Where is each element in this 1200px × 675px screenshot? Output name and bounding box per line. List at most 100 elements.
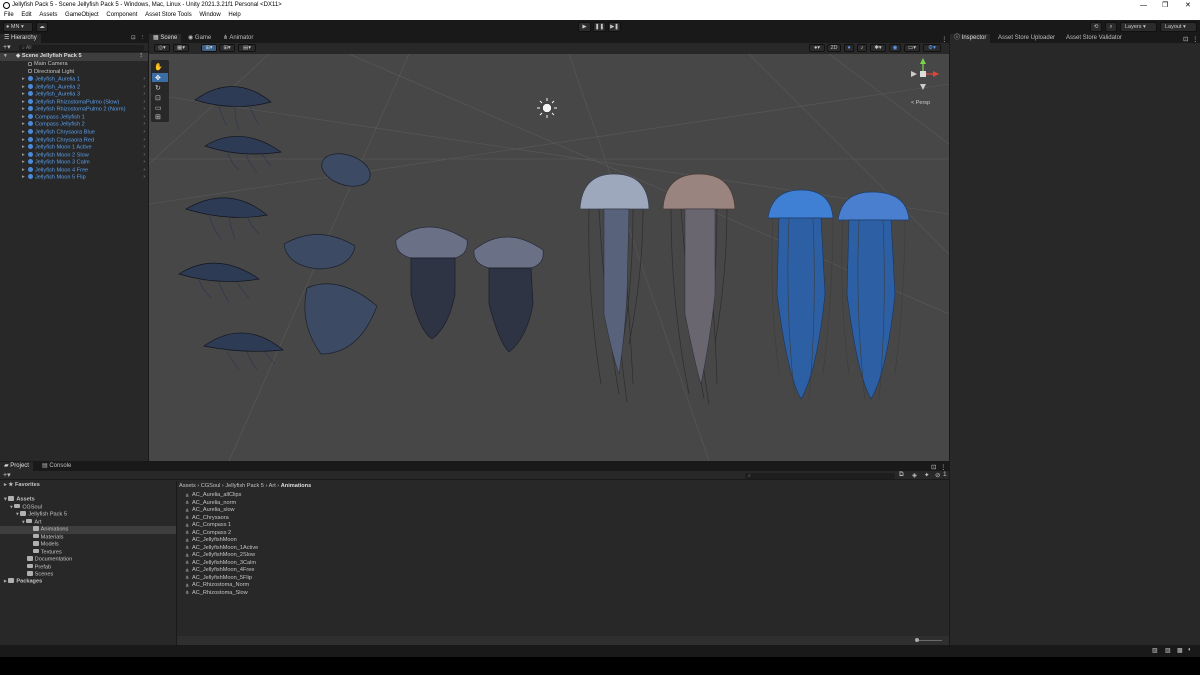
moon-jellyfish-group[interactable] — [767, 189, 910, 400]
add-icon[interactable]: +▾ — [3, 43, 11, 51]
expand-arrow-icon[interactable] — [28, 549, 33, 555]
project-tree-item[interactable]: ▾ CGSoul — [0, 503, 176, 512]
expand-arrow-icon[interactable]: ▸ — [22, 106, 25, 114]
scene-root[interactable]: ▾ ◈ Scene Jellyfish Pack 5 ⋮ — [0, 53, 148, 61]
filter-label-icon[interactable]: ◈ — [912, 471, 917, 479]
expand-arrow-icon[interactable]: ▸ — [22, 159, 25, 167]
open-prefab-icon[interactable]: › — [143, 167, 145, 175]
project-tree-item[interactable]: ▾ Art — [0, 518, 176, 527]
expand-arrow-icon[interactable]: ▸ — [22, 152, 25, 160]
hierarchy-item[interactable]: ▸ Jellyfish Moon 3 Calm › — [0, 159, 148, 167]
star-filter-icon[interactable]: ✦ — [924, 471, 929, 479]
expand-arrow-icon[interactable] — [28, 527, 33, 533]
menu-asset-store-tools[interactable]: Asset Store Tools — [145, 12, 192, 18]
animator-controller-file[interactable]: ⋔ AC_Chrysaora — [185, 515, 229, 523]
perspective-label[interactable]: < Persp — [911, 100, 930, 106]
expand-arrow-icon[interactable] — [22, 572, 27, 578]
open-prefab-icon[interactable]: › — [143, 137, 145, 145]
expand-arrow-icon[interactable]: ▸ — [22, 129, 25, 137]
search-button[interactable]: ⌕ — [1105, 22, 1117, 32]
tab-inspector[interactable]: ⓘ Inspector — [950, 34, 991, 43]
hierarchy-item[interactable]: ▸ Compass Jellyfish 2 › — [0, 121, 148, 129]
debug-icon[interactable]: ◐ — [1188, 647, 1192, 653]
open-prefab-icon[interactable]: › — [143, 159, 145, 167]
breadcrumb-animations[interactable]: Animations — [281, 483, 311, 489]
play-button[interactable]: ▶ — [578, 22, 591, 32]
project-search-input[interactable]: ⌕ — [745, 472, 895, 479]
expand-arrow-icon[interactable]: ▸ — [22, 174, 25, 182]
project-tree-item[interactable]: Documentation — [0, 556, 176, 564]
cloud-button[interactable]: ☁ — [36, 22, 48, 32]
menu-edit[interactable]: Edit — [21, 12, 31, 18]
lock-icon[interactable]: ⊡ — [1183, 35, 1188, 43]
open-prefab-icon[interactable]: › — [143, 106, 145, 114]
favorites-item[interactable]: ▸ ★ Favorites — [4, 482, 40, 490]
hierarchy-item[interactable]: ▸ Jellyfish RhizostomaPulmo (Slow) › — [0, 98, 148, 107]
lighting-toggle[interactable]: ♦ — [844, 44, 854, 52]
hand-tool-icon[interactable]: ✋ — [154, 62, 163, 71]
project-more-icon[interactable]: ⋮ — [940, 463, 947, 471]
hierarchy-item[interactable]: ▸ Jellyfish Moon 1 Active › — [0, 144, 148, 152]
zoom-slider-track[interactable] — [917, 640, 942, 641]
camera-settings[interactable]: ▭▾ — [904, 44, 920, 52]
expand-arrow-icon[interactable]: ▸ — [22, 76, 25, 84]
tab-project[interactable]: ▰ Project — [0, 462, 33, 471]
project-tree-item[interactable]: ▾ Assets — [0, 496, 176, 504]
effects-toggle[interactable]: ✱▾ — [870, 44, 886, 52]
expand-arrow-icon[interactable]: ▸ — [22, 167, 25, 175]
hierarchy-item[interactable]: ▸ Jellyfish Chrysaora Blue › — [0, 128, 148, 137]
transform-tool-icon[interactable]: ⊞ — [155, 114, 161, 121]
gizmos-toggle[interactable]: ⚙▾ — [923, 44, 941, 52]
animator-controller-file[interactable]: ⋔ AC_Aurelia_slow — [185, 507, 235, 515]
aurelia-jellyfish-group[interactable] — [178, 86, 284, 371]
animator-controller-file[interactable]: ⋔ AC_Aurelia_norm — [185, 500, 236, 508]
pivot-toggle[interactable]: ⊞▾ — [201, 44, 217, 52]
project-tree-item[interactable]: Prefab — [0, 563, 176, 572]
animator-controller-file[interactable]: ⋔ AC_JellyfishMoon_2Slow — [185, 552, 255, 560]
auto-generate-lighting-icon[interactable]: ▩ — [1177, 647, 1183, 654]
animator-controller-file[interactable]: ⋔ AC_Compass 2 — [185, 530, 231, 538]
scene-viewport[interactable]: ✋ ✥ ↻ ⊡ ▭ ⊞ < Persp — [149, 54, 949, 461]
expand-arrow-icon[interactable]: ▸ — [22, 114, 25, 122]
menu-file[interactable]: File — [4, 12, 14, 18]
expand-arrow-icon[interactable] — [22, 564, 27, 570]
open-prefab-icon[interactable]: › — [143, 144, 145, 152]
tab-console[interactable]: ▤ Console — [38, 462, 75, 471]
open-prefab-icon[interactable]: › — [143, 152, 145, 160]
expand-arrow-icon[interactable]: ▸ — [22, 121, 25, 129]
expand-arrow-icon[interactable]: ▸ — [22, 137, 25, 145]
open-prefab-icon[interactable]: › — [143, 76, 145, 84]
rhizostoma-jellyfish-group[interactable] — [395, 226, 544, 353]
lock-icon[interactable]: ⊡ — [931, 463, 936, 471]
expand-arrow-icon[interactable]: ▸ — [22, 99, 25, 107]
hierarchy-item[interactable]: ▸ Jellyfish_Aurelia 3 › — [0, 91, 148, 99]
hierarchy-item[interactable]: ▸ Jellyfish Moon 4 Free › — [0, 166, 148, 175]
hierarchy-item[interactable]: ▸ Jellyfish Moon 2 Slow › — [0, 151, 148, 160]
menu-help[interactable]: Help — [228, 12, 240, 18]
tab-game[interactable]: ◉ Game — [184, 34, 215, 43]
expand-arrow-icon[interactable] — [22, 557, 27, 563]
open-prefab-icon[interactable]: › — [143, 129, 145, 137]
layers-dropdown[interactable]: Layers ▾ — [1120, 22, 1157, 32]
menu-component[interactable]: Component — [106, 12, 137, 18]
hierarchy-item[interactable]: ▸ Jellyfish Moon 5 Flip › — [0, 174, 148, 182]
tab-animator[interactable]: ⋔ Animator — [219, 34, 257, 43]
expand-arrow-icon[interactable]: ▸ — [22, 144, 25, 152]
scene-more-icon[interactable]: ⋮ — [941, 35, 948, 43]
menu-gameobject[interactable]: GameObject — [65, 12, 99, 18]
minimize-button[interactable]: — — [1140, 0, 1147, 11]
tab-hierarchy[interactable]: ☰ Hierarchy — [0, 34, 41, 43]
move-tool-icon[interactable]: ✥ — [155, 74, 161, 82]
layout-dropdown[interactable]: Layout ▾ — [1160, 22, 1197, 32]
animator-controller-file[interactable]: ⋔ AC_JellyfishMoon_1Active — [185, 545, 258, 553]
directional-light-gizmo[interactable] — [537, 98, 557, 118]
hierarchy-item[interactable]: ▸ Jellyfish RhizostomaPulmo 2 (Norm) › — [0, 106, 148, 114]
project-tree-item[interactable]: Animations — [0, 526, 176, 534]
create-icon[interactable]: +▾ — [3, 471, 11, 479]
breadcrumb-assets[interactable]: Assets — [179, 483, 196, 489]
menu-window[interactable]: Window — [199, 12, 220, 18]
snap-settings[interactable]: ▤▾ — [238, 44, 256, 52]
animator-controller-file[interactable]: ⋔ AC_JellyfishMoon_3Calm — [185, 560, 256, 568]
compass-jellyfish-group[interactable] — [283, 148, 378, 355]
shading-mode[interactable]: ●▾ — [809, 44, 825, 52]
